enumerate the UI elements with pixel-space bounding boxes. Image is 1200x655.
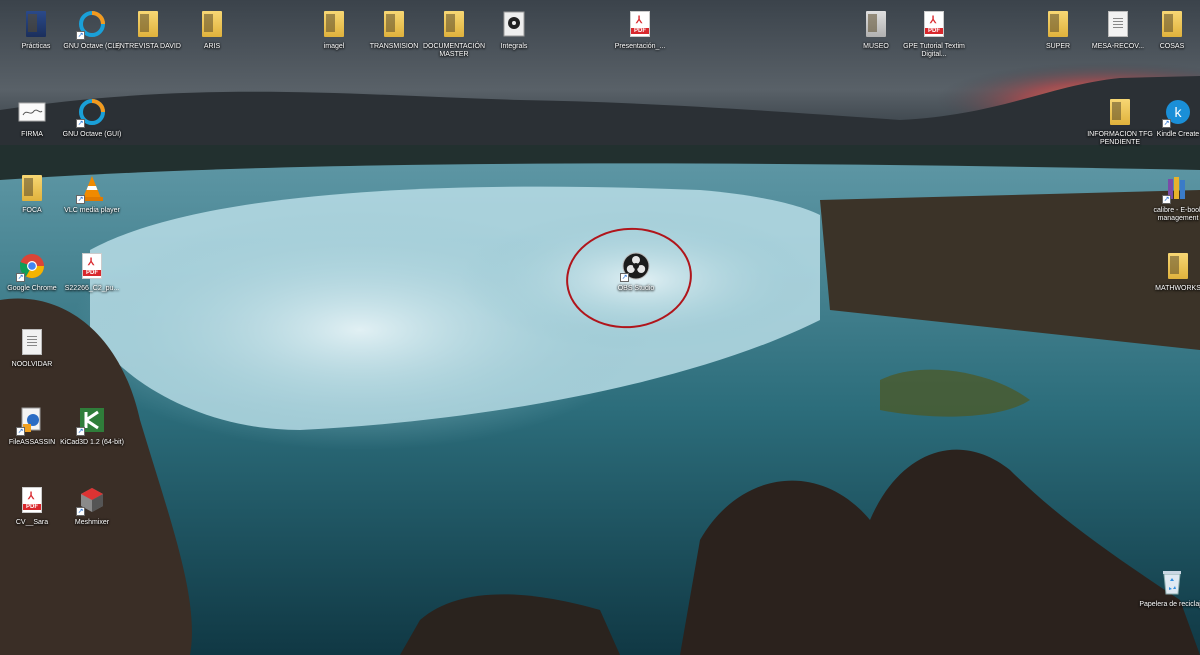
- calibre-books-icon: ↗: [1162, 172, 1194, 204]
- octave-icon: ↗: [76, 96, 108, 128]
- desktop-icon-label: ARIS: [203, 43, 221, 50]
- desktop-icon-label: VLC media player: [64, 207, 120, 214]
- folder-icon: [16, 172, 48, 204]
- vlc-cone-icon: ↗: [76, 172, 108, 204]
- desktop-icon-recycle-bin[interactable]: Papelera de reciclaje: [1136, 566, 1200, 632]
- folder-icon: [318, 8, 350, 40]
- folder-icon: [196, 8, 228, 40]
- octave-icon: ↗: [76, 8, 108, 40]
- folder-icon: [1042, 8, 1074, 40]
- desktop-icon-vlc[interactable]: ↗ VLC media player: [56, 172, 128, 238]
- folder-icon: [1104, 96, 1136, 128]
- desktop-icon-kiscan3d[interactable]: ↗ KiCad3D 1.2 (64-bit): [56, 404, 128, 470]
- desktop-icon-label: KiCad3D 1.2 (64-bit): [60, 439, 124, 446]
- meshmixer-icon: ↗: [76, 484, 108, 516]
- pdf-icon: ⅄ PDF: [76, 250, 108, 282]
- folder-icon: [20, 8, 52, 40]
- desktop-icon-kindle-create[interactable]: k ↗ Kindle Create: [1142, 96, 1200, 162]
- kindle-icon: k ↗: [1162, 96, 1194, 128]
- fileassassin-icon: ↗: [16, 404, 48, 436]
- svg-text:k: k: [1175, 104, 1183, 120]
- desktop-icon-label: MATHWORKS: [1155, 285, 1200, 292]
- desktop: Prácticas ↗ GNU Octave (CLI) ENTREVISTA …: [0, 0, 1200, 655]
- image-icon: [16, 96, 48, 128]
- desktop-icon-label: calibre - E-book management: [1153, 207, 1200, 222]
- desktop-icon-label: ENTREVISTA DAVID: [115, 43, 181, 50]
- desktop-icon-gnu-octave-gui[interactable]: ↗ GNU Octave (GUI): [56, 96, 128, 162]
- folder-icon: [1156, 8, 1188, 40]
- desktop-icon-noolvidar[interactable]: NOOLVIDAR: [0, 326, 68, 392]
- desktop-icon-label: GPE Tutorial Textim Digital...: [903, 43, 965, 58]
- pdf-icon: ⅄ PDF: [624, 8, 656, 40]
- desktop-icon-gpe-tutorial-pdf[interactable]: ⅄ PDF GPE Tutorial Textim Digital...: [898, 8, 970, 74]
- folder-icon: [1162, 250, 1194, 282]
- desktop-icon-label: S22266_C2_pu...: [64, 285, 120, 292]
- desktop-icon-label: Kindle Create: [1156, 131, 1200, 138]
- folder-icon: [378, 8, 410, 40]
- desktop-icon-aris[interactable]: ARIS: [176, 8, 248, 74]
- desktop-icon-integrals[interactable]: Integrals: [478, 8, 550, 74]
- desktop-icon-meshmixer[interactable]: ↗ Meshmixer: [56, 484, 128, 550]
- folder-icon: [860, 8, 892, 40]
- desktop-icon-label: Meshmixer: [74, 519, 110, 526]
- desktop-icon-label: Integrals: [500, 43, 528, 50]
- desktop-icon-entrevista-david[interactable]: ENTREVISTA DAVID: [112, 8, 184, 74]
- recycle-bin-icon: [1156, 566, 1188, 598]
- document-icon: [16, 326, 48, 358]
- desktop-icon-label: Presentación_...: [614, 43, 666, 50]
- pdf-icon: ⅄ PDF: [918, 8, 950, 40]
- desktop-icon-mathworks[interactable]: MATHWORKS: [1142, 250, 1200, 316]
- app-icon: [498, 8, 530, 40]
- desktop-icon-cosas[interactable]: COSAS: [1136, 8, 1200, 74]
- folder-icon: [438, 8, 470, 40]
- desktop-icon-label: Papelera de reciclaje: [1139, 601, 1200, 608]
- pdf-icon: ⅄ PDF: [16, 484, 48, 516]
- desktop-icon-label: GNU Octave (GUI): [62, 131, 122, 138]
- kicad-icon: ↗: [76, 404, 108, 436]
- document-icon: [1102, 8, 1134, 40]
- desktop-icon-calibre[interactable]: ↗ calibre - E-book management: [1142, 172, 1200, 238]
- desktop-icon-s22266-pdf[interactable]: ⅄ PDF S22266_C2_pu...: [56, 250, 128, 316]
- desktop-icon-label: NOOLVIDAR: [11, 361, 53, 368]
- desktop-icon-presentacion-pdf[interactable]: ⅄ PDF Presentación_...: [604, 8, 676, 74]
- folder-icon: [132, 8, 164, 40]
- chrome-icon: ↗: [16, 250, 48, 282]
- desktop-icon-label: COSAS: [1159, 43, 1185, 50]
- wallpaper-waterfall: [0, 0, 1200, 655]
